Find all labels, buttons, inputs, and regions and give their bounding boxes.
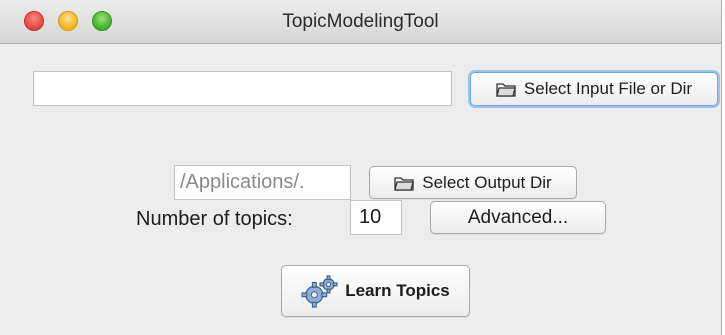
folder-icon bbox=[394, 176, 415, 191]
title-bar: TopicModelingTool bbox=[0, 0, 721, 44]
learn-topics-button[interactable]: Learn Topics bbox=[281, 265, 470, 317]
select-input-label: Select Input File or Dir bbox=[523, 79, 693, 98]
select-output-label: Select Output Dir bbox=[422, 172, 552, 192]
input-path-field[interactable] bbox=[33, 71, 452, 106]
topics-count-field[interactable] bbox=[350, 200, 402, 235]
advanced-label: Advanced... bbox=[467, 206, 569, 228]
output-path-field[interactable] bbox=[174, 165, 351, 200]
advanced-button[interactable]: Advanced... bbox=[430, 201, 606, 234]
gears-icon bbox=[301, 275, 338, 308]
window-title: TopicModelingTool bbox=[282, 11, 439, 32]
learn-topics-label: Learn Topics bbox=[345, 281, 450, 300]
select-input-button[interactable]: Select Input File or Dir bbox=[470, 72, 718, 106]
folder-icon bbox=[496, 83, 516, 97]
select-output-button[interactable]: Select Output Dir bbox=[369, 166, 577, 199]
app-window: TopicModelingTool Select Input File or D… bbox=[0, 0, 722, 335]
topics-label: Number of topics: bbox=[136, 208, 293, 230]
